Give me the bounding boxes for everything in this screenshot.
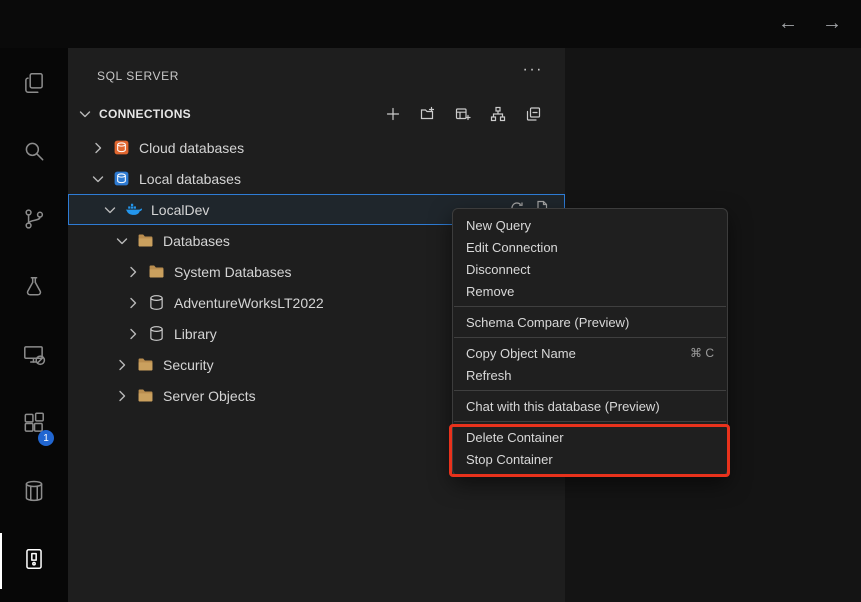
tree-item-label: Local databases xyxy=(139,171,241,187)
menu-item-stop-container[interactable]: Stop Container xyxy=(453,448,727,470)
activity-item-extensions[interactable]: 1 xyxy=(0,397,68,453)
menu-item-label: Chat with this database (Preview) xyxy=(466,399,660,414)
tree-item-label: LocalDev xyxy=(151,202,209,218)
folder-icon xyxy=(148,263,165,280)
chevron-right-icon[interactable] xyxy=(125,264,141,280)
chevron-right-icon[interactable] xyxy=(90,140,106,156)
menu-item-schema-compare[interactable]: Schema Compare (Preview) xyxy=(453,311,727,333)
database-icon xyxy=(148,294,165,311)
activity-bar: 1 xyxy=(0,48,68,602)
remote-monitor-icon xyxy=(21,342,47,373)
extensions-badge: 1 xyxy=(38,430,54,446)
menu-item-label: Delete Container xyxy=(466,430,564,445)
chevron-down-icon[interactable] xyxy=(114,233,130,249)
menu-separator xyxy=(454,306,726,307)
local-database-icon xyxy=(113,170,130,187)
tree-item-label: AdventureWorksLT2022 xyxy=(174,295,324,311)
connections-label: CONNECTIONS xyxy=(99,107,191,121)
activity-item-source-control[interactable] xyxy=(0,193,68,249)
activity-item-sql-server[interactable] xyxy=(0,533,68,589)
folder-icon xyxy=(137,387,154,404)
collapse-all-icon[interactable] xyxy=(525,106,541,122)
menu-item-delete-container[interactable]: Delete Container xyxy=(453,426,727,448)
menu-item-label: Disconnect xyxy=(466,262,530,277)
menu-item-refresh[interactable]: Refresh xyxy=(453,364,727,386)
vscode-window: { "colors": { "accent_blue": "#2e7cd6", … xyxy=(0,0,861,602)
container-icon xyxy=(21,478,47,509)
add-connection-icon[interactable] xyxy=(385,106,401,122)
folder-icon xyxy=(137,356,154,373)
sidebar-title: SQL SERVER xyxy=(97,69,179,83)
beaker-icon xyxy=(21,274,47,305)
activity-item-containers[interactable] xyxy=(0,465,68,521)
menu-item-copy-object-name[interactable]: Copy Object Name ⌘ C xyxy=(453,342,727,364)
cloud-database-icon xyxy=(113,139,130,156)
menu-item-remove[interactable]: Remove xyxy=(453,280,727,302)
tree-item-cloud-databases[interactable]: Cloud databases xyxy=(68,132,565,163)
tree-item-label: Cloud databases xyxy=(139,140,244,156)
menu-item-label: Copy Object Name xyxy=(466,346,576,361)
menu-item-label: Refresh xyxy=(466,368,512,383)
menu-item-label: Schema Compare (Preview) xyxy=(466,315,629,330)
tree-item-label: System Databases xyxy=(174,264,292,280)
menu-item-label: New Query xyxy=(466,218,531,233)
new-connection-group-icon[interactable] xyxy=(420,106,436,122)
sql-server-icon xyxy=(21,546,47,577)
activity-item-remote[interactable] xyxy=(0,329,68,385)
activity-item-explorer[interactable] xyxy=(0,57,68,113)
explorer-copy-icon xyxy=(21,70,47,101)
sidebar-header: SQL SERVER ··· xyxy=(68,48,565,100)
activity-item-testing[interactable] xyxy=(0,261,68,317)
source-control-icon xyxy=(21,206,47,237)
search-icon xyxy=(21,138,47,169)
tree-item-local-databases[interactable]: Local databases xyxy=(68,163,565,194)
chevron-right-icon[interactable] xyxy=(125,295,141,311)
menu-item-chat-with-database[interactable]: Chat with this database (Preview) xyxy=(453,395,727,417)
connect-network-icon[interactable] xyxy=(490,106,506,122)
chevron-right-icon[interactable] xyxy=(125,326,141,342)
menu-separator xyxy=(454,337,726,338)
menu-item-edit-connection[interactable]: Edit Connection xyxy=(453,236,727,258)
menu-item-label: Edit Connection xyxy=(466,240,558,255)
menu-item-shortcut: ⌘ C xyxy=(690,346,714,360)
menu-item-new-query[interactable]: New Query xyxy=(453,214,727,236)
tree-item-label: Security xyxy=(163,357,214,373)
forward-icon[interactable]: → xyxy=(819,9,845,37)
title-bar: ← → xyxy=(0,0,861,48)
connections-section-header[interactable]: CONNECTIONS xyxy=(68,100,565,128)
chevron-right-icon[interactable] xyxy=(114,388,130,404)
tree-item-label: Databases xyxy=(163,233,230,249)
activity-item-search[interactable] xyxy=(0,125,68,181)
tree-item-label: Library xyxy=(174,326,217,342)
more-actions-icon[interactable]: ··· xyxy=(523,61,543,79)
menu-separator xyxy=(454,390,726,391)
context-menu: New Query Edit Connection Disconnect Rem… xyxy=(452,208,728,476)
database-icon xyxy=(148,325,165,342)
chevron-down-icon[interactable] xyxy=(90,171,106,187)
history-nav: ← → xyxy=(775,9,845,37)
chevron-right-icon[interactable] xyxy=(114,357,130,373)
menu-separator xyxy=(454,421,726,422)
chevron-down-icon[interactable] xyxy=(102,202,118,218)
chevron-down-icon[interactable] xyxy=(77,106,93,122)
new-deployment-icon[interactable] xyxy=(455,106,471,122)
menu-item-label: Stop Container xyxy=(466,452,553,467)
connections-toolbar xyxy=(385,106,565,122)
tree-item-label: Server Objects xyxy=(163,388,256,404)
back-icon[interactable]: ← xyxy=(775,9,801,37)
folder-icon xyxy=(137,232,154,249)
docker-whale-icon xyxy=(125,201,142,218)
menu-item-label: Remove xyxy=(466,284,514,299)
menu-item-disconnect[interactable]: Disconnect xyxy=(453,258,727,280)
